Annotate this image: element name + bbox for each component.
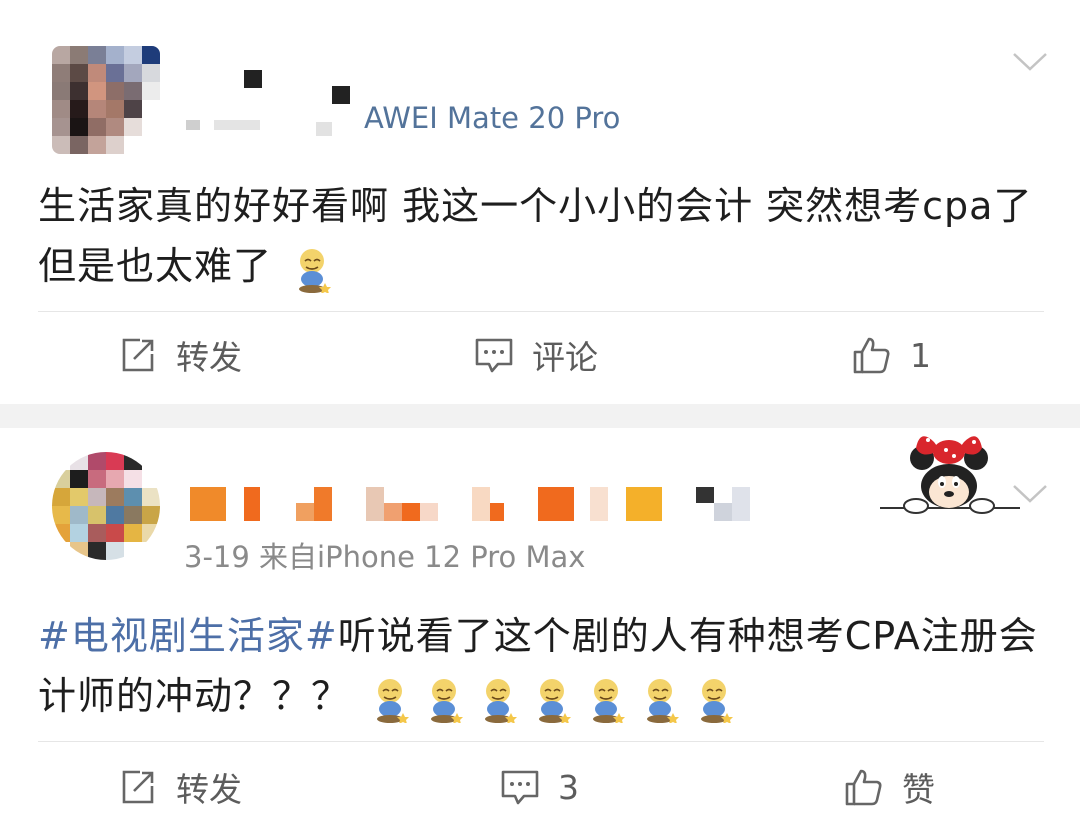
share-icon: [122, 770, 154, 804]
divider: [38, 311, 1044, 312]
divider: [38, 741, 1044, 742]
repost-label: 转发: [176, 338, 242, 377]
repost-button[interactable]: 转发: [118, 330, 242, 380]
comment-text: #电视剧生活家#听说看了这个剧的人有种想考CPA注册会计师的冲动？？？: [38, 606, 1048, 726]
comment-button[interactable]: 评论: [474, 330, 598, 380]
timestamp-source: 3-19 来自iPhone 12 Pro Max: [184, 540, 586, 574]
share-icon: [122, 338, 154, 372]
repost-label: 转发: [176, 770, 242, 809]
topic-link[interactable]: #电视剧生活家#: [38, 614, 338, 658]
like-button[interactable]: 1: [852, 330, 931, 380]
doge-emoji-icon: [701, 678, 734, 723]
chevron-down-icon[interactable]: [1010, 50, 1050, 74]
like-button[interactable]: 赞: [844, 762, 935, 812]
repost-button[interactable]: 转发: [118, 762, 242, 812]
doge-emoji-icon: [647, 678, 680, 723]
doge-emoji-icon: [485, 678, 518, 723]
doge-emoji-icon: [299, 248, 332, 293]
avatar[interactable]: [52, 46, 160, 154]
comment-card-2: 3-19 来自iPhone 12 Pro Max #电视剧生活家#听说看了这个剧…: [0, 428, 1080, 836]
doge-emoji-icon: [539, 678, 572, 723]
comment-icon: [501, 770, 539, 805]
minnie-mouse-sticker-icon: [880, 436, 1020, 514]
comment-card-1: AWEI Mate 20 Pro 生活家真的好好看啊 我这一个小小的会计 突然想…: [0, 0, 1080, 404]
avatar[interactable]: [52, 452, 160, 560]
comment-button[interactable]: 3: [500, 762, 579, 812]
comment-text-content: 生活家真的好好看啊 我这一个小小的会计 突然想考cpa了 但是也太难了: [38, 184, 1033, 288]
chevron-down-icon[interactable]: [1010, 482, 1050, 506]
doge-emoji-icon: [593, 678, 626, 723]
username-blurred[interactable]: [190, 487, 750, 521]
comment-icon: [475, 338, 513, 373]
like-count: 1: [910, 335, 931, 375]
comment-text: 生活家真的好好看啊 我这一个小小的会计 突然想考cpa了 但是也太难了: [38, 176, 1048, 296]
like-label: 赞: [902, 770, 935, 809]
comment-count: 3: [558, 767, 579, 807]
comment-label: 评论: [532, 338, 598, 377]
doge-emoji-icon: [377, 678, 410, 723]
doge-emoji-icon: [431, 678, 464, 723]
thumbs-up-icon: [853, 337, 890, 374]
thumbs-up-icon: [845, 769, 882, 806]
device-source: AWEI Mate 20 Pro: [364, 101, 621, 135]
card-separator: [0, 404, 1080, 428]
